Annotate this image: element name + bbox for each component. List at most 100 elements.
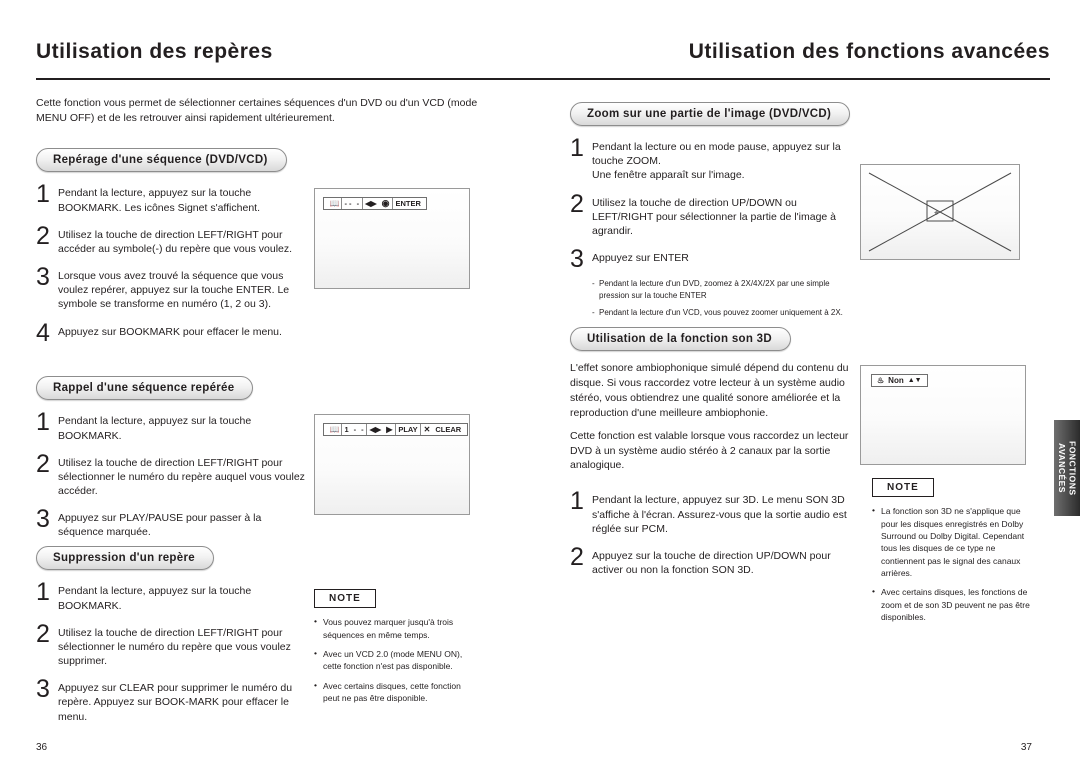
step-number: 3 — [570, 245, 584, 274]
step-text: Lorsque vous avez trouvé la séquence que… — [58, 270, 290, 311]
list-item: 2 Appuyez sur la touche de direction UP/… — [570, 542, 860, 577]
left-page-title: Utilisation des repères — [36, 40, 273, 63]
list-item: 1 Pendant la lecture ou en mode pause, a… — [570, 136, 860, 183]
step-number: 2 — [570, 542, 584, 571]
zoom-subnote-item: Pendant la lecture d'un VCD, vous pouvez… — [592, 307, 860, 319]
step-text: Appuyez sur la touche de direction UP/DO… — [592, 549, 831, 577]
side-tab-fonctions-avancees: FONCTIONS AVANCÉES — [1054, 420, 1080, 516]
step-number: 1 — [570, 487, 584, 516]
section-heading-suppression: Suppression d'un repère — [36, 546, 214, 571]
svg-text:⌖: ⌖ — [934, 208, 939, 218]
note-box-right: NOTE La fonction son 3D ne s'applique qu… — [872, 477, 1037, 630]
zoom-diagram-icon: ⌖ — [868, 172, 1012, 252]
step-text: Appuyez sur PLAY/PAUSE pour passer à la … — [58, 512, 262, 539]
speaker-icon: ♨ — [877, 376, 885, 385]
step-number: 3 — [36, 263, 50, 292]
osd-dash-2: - — [356, 199, 360, 209]
osd-dash-1: - - — [344, 199, 352, 209]
note-item: Avec certains disques, les fonctions de … — [872, 585, 1037, 623]
list-item: 3 Appuyez sur PLAY/PAUSE pour passer à l… — [36, 507, 306, 539]
osd-clear-label: CLEAR — [435, 425, 462, 435]
right-page-header: Utilisation des fonctions avancées — [530, 40, 1050, 64]
step-text: Utilisez la touche de direction LEFT/RIG… — [58, 626, 291, 668]
page-number-left: 36 — [36, 742, 48, 753]
osd-play-label: PLAY — [398, 425, 418, 435]
osd-enter-label: ENTER — [395, 199, 421, 209]
step-number: 3 — [36, 675, 50, 704]
osd-bar-bookmark: 📖 - - - ◀▶ ◉ ENTER — [323, 197, 428, 211]
header-divider — [36, 78, 1050, 80]
clear-x-icon: ✕ — [423, 425, 431, 435]
son3d-paragraph-2: Cette fonction est valable lorsque vous … — [570, 429, 849, 472]
osd-dash-1: - — [353, 425, 357, 435]
left-column: Cette fonction vous permet de sélectionn… — [36, 96, 506, 723]
list-item: 1 Pendant la lecture, appuyez sur la tou… — [36, 182, 306, 214]
step-text: Pendant la lecture, appuyez sur 3D. Le m… — [592, 494, 847, 535]
list-item: 2 Utilisez la touche de direction LEFT/R… — [36, 221, 306, 256]
note-body: Vous pouvez marquer jusqu'à trois séquen… — [314, 615, 474, 705]
step-number: 1 — [36, 408, 50, 437]
list-item: 2 Utilisez la touche de direction LEFT/R… — [36, 619, 306, 669]
section-heading-reperage: Repérage d'une séquence (DVD/VCD) — [36, 148, 287, 173]
right-column: Zoom sur une partie de l'image (DVD/VCD)… — [570, 96, 1048, 622]
step-text: Pendant la lecture, appuyez sur la touch… — [58, 585, 252, 612]
left-right-arrow-icon: ◀▶ — [365, 199, 377, 209]
note-box-left: NOTE Vous pouvez marquer jusqu'à trois s… — [314, 588, 474, 711]
play-icon: ▶ — [386, 425, 393, 435]
step-number: 2 — [36, 619, 50, 648]
osd-num-1: 1 — [344, 425, 349, 435]
step-text: Pendant la lecture, appuyez sur la touch… — [58, 415, 252, 442]
son3d-paragraph-1: L'effet sonore ambiophonique simulé dépe… — [570, 362, 849, 419]
right-page-title: Utilisation des fonctions avancées — [688, 40, 1050, 63]
step-text: Appuyez sur CLEAR pour supprimer le numé… — [58, 682, 293, 723]
zoom-subnotes: Pendant la lecture d'un DVD, zoomez à 2X… — [592, 278, 860, 319]
list-item: 1 Pendant la lecture, appuyez sur la tou… — [36, 580, 306, 612]
left-right-arrow-icon: ◀▶ — [369, 425, 382, 435]
zoom-subnote-item: Pendant la lecture d'un DVD, zoomez à 2X… — [592, 278, 860, 302]
note-item: Avec certains disques, cette fonction pe… — [314, 679, 474, 705]
step-number: 1 — [36, 578, 50, 607]
left-page-header: Utilisation des repères — [36, 40, 506, 64]
list-item: 3 Appuyez sur ENTER — [570, 245, 860, 274]
list-item: 1 Pendant la lecture, appuyez sur la tou… — [36, 410, 306, 442]
list-item: 1 Pendant la lecture, appuyez sur 3D. Le… — [570, 489, 860, 536]
note-title: NOTE — [872, 478, 934, 498]
step-number: 2 — [36, 449, 50, 478]
note-title: NOTE — [314, 589, 376, 609]
step-text: Appuyez sur ENTER — [592, 252, 689, 265]
step-text: Pendant la lecture ou en mode pause, app… — [592, 141, 841, 182]
intro-paragraph: Cette fonction vous permet de sélectionn… — [36, 97, 478, 125]
screen-mock-bookmark: 📖 - - - ◀▶ ◉ ENTER — [314, 188, 470, 290]
step-text: Pendant la lecture, appuyez sur la touch… — [58, 187, 260, 214]
section-heading-rappel: Rappel d'une séquence repérée — [36, 376, 254, 401]
up-down-arrow-icon: ▲▼ — [907, 377, 922, 384]
page-number-right: 37 — [1020, 742, 1032, 753]
bookmark-icon: 📖 — [329, 199, 340, 209]
list-item: 3 Lorsque vous avez trouvé la séquence q… — [36, 265, 306, 312]
list-item: 2 Utilisez la touche de direction LEFT/R… — [36, 449, 306, 499]
step-text: Utilisez la touche de direction LEFT/RIG… — [58, 456, 305, 498]
section-heading-son3d: Utilisation de la fonction son 3D — [570, 327, 791, 351]
page-root: Utilisation des repères Utilisation des … — [0, 0, 1080, 765]
step-number: 1 — [570, 134, 584, 162]
step-text: Utilisez la touche de direction UP/DOWN … — [592, 196, 837, 237]
bookmark-icon: 📖 — [329, 425, 340, 435]
step-number: 2 — [36, 221, 50, 250]
screen-mock-zoom: ⌖ — [860, 164, 1020, 260]
osd-dash-2: - — [361, 425, 364, 435]
step-number: 1 — [36, 180, 50, 209]
son3d-badge-label: Non — [888, 376, 904, 385]
note-body: La fonction son 3D ne s'applique que pou… — [872, 504, 1037, 623]
note-item: La fonction son 3D ne s'applique que pou… — [872, 504, 1037, 579]
step-number: 4 — [36, 318, 50, 347]
step-text: Utilisez la touche de direction LEFT/RIG… — [58, 228, 293, 255]
step-text: Appuyez sur BOOKMARK pour effacer le men… — [58, 325, 282, 338]
list-item: 3 Appuyez sur CLEAR pour supprimer le nu… — [36, 677, 306, 724]
screen-mock-recall: 📖 1 - - ◀▶ ▶ PLAY ✕ CLEAR — [314, 414, 470, 516]
enter-circle-icon: ◉ — [381, 198, 390, 209]
osd-bar-recall: 📖 1 - - ◀▶ ▶ PLAY ✕ CLEAR — [323, 423, 468, 437]
note-item: Vous pouvez marquer jusqu'à trois séquen… — [314, 615, 474, 641]
step-number: 2 — [570, 189, 584, 218]
list-item: 4 Appuyez sur BOOKMARK pour effacer le m… — [36, 318, 306, 347]
step-number: 3 — [36, 505, 50, 534]
